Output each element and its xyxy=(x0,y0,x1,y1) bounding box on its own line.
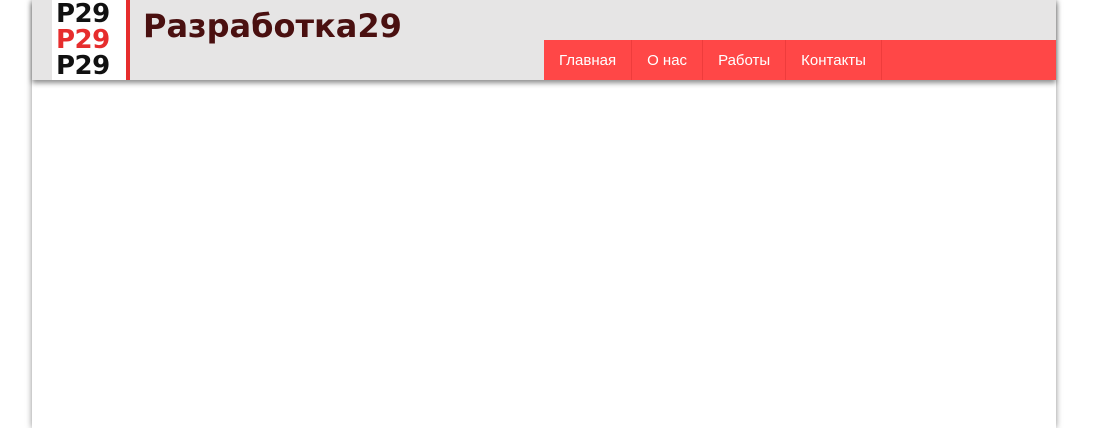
nav-item-home[interactable]: Главная xyxy=(544,40,633,80)
nav-item-about[interactable]: О нас xyxy=(632,40,704,80)
logo-line-3: P29 xyxy=(56,51,110,81)
site-header: P29 P29 P29 Разработка29 Главная О нас Р… xyxy=(32,0,1056,80)
site-logo[interactable]: P29 P29 P29 xyxy=(52,0,130,80)
main-nav: Главная О нас Работы Контакты xyxy=(544,40,1056,80)
nav-item-contacts[interactable]: Контакты xyxy=(786,40,882,80)
logo-line-2: P29 xyxy=(56,25,110,55)
site-title[interactable]: Разработка29 xyxy=(143,6,402,46)
nav-item-works[interactable]: Работы xyxy=(703,40,787,80)
page-container: P29 P29 P29 Разработка29 Главная О нас Р… xyxy=(32,0,1056,428)
logo-line-1: P29 xyxy=(56,0,110,29)
